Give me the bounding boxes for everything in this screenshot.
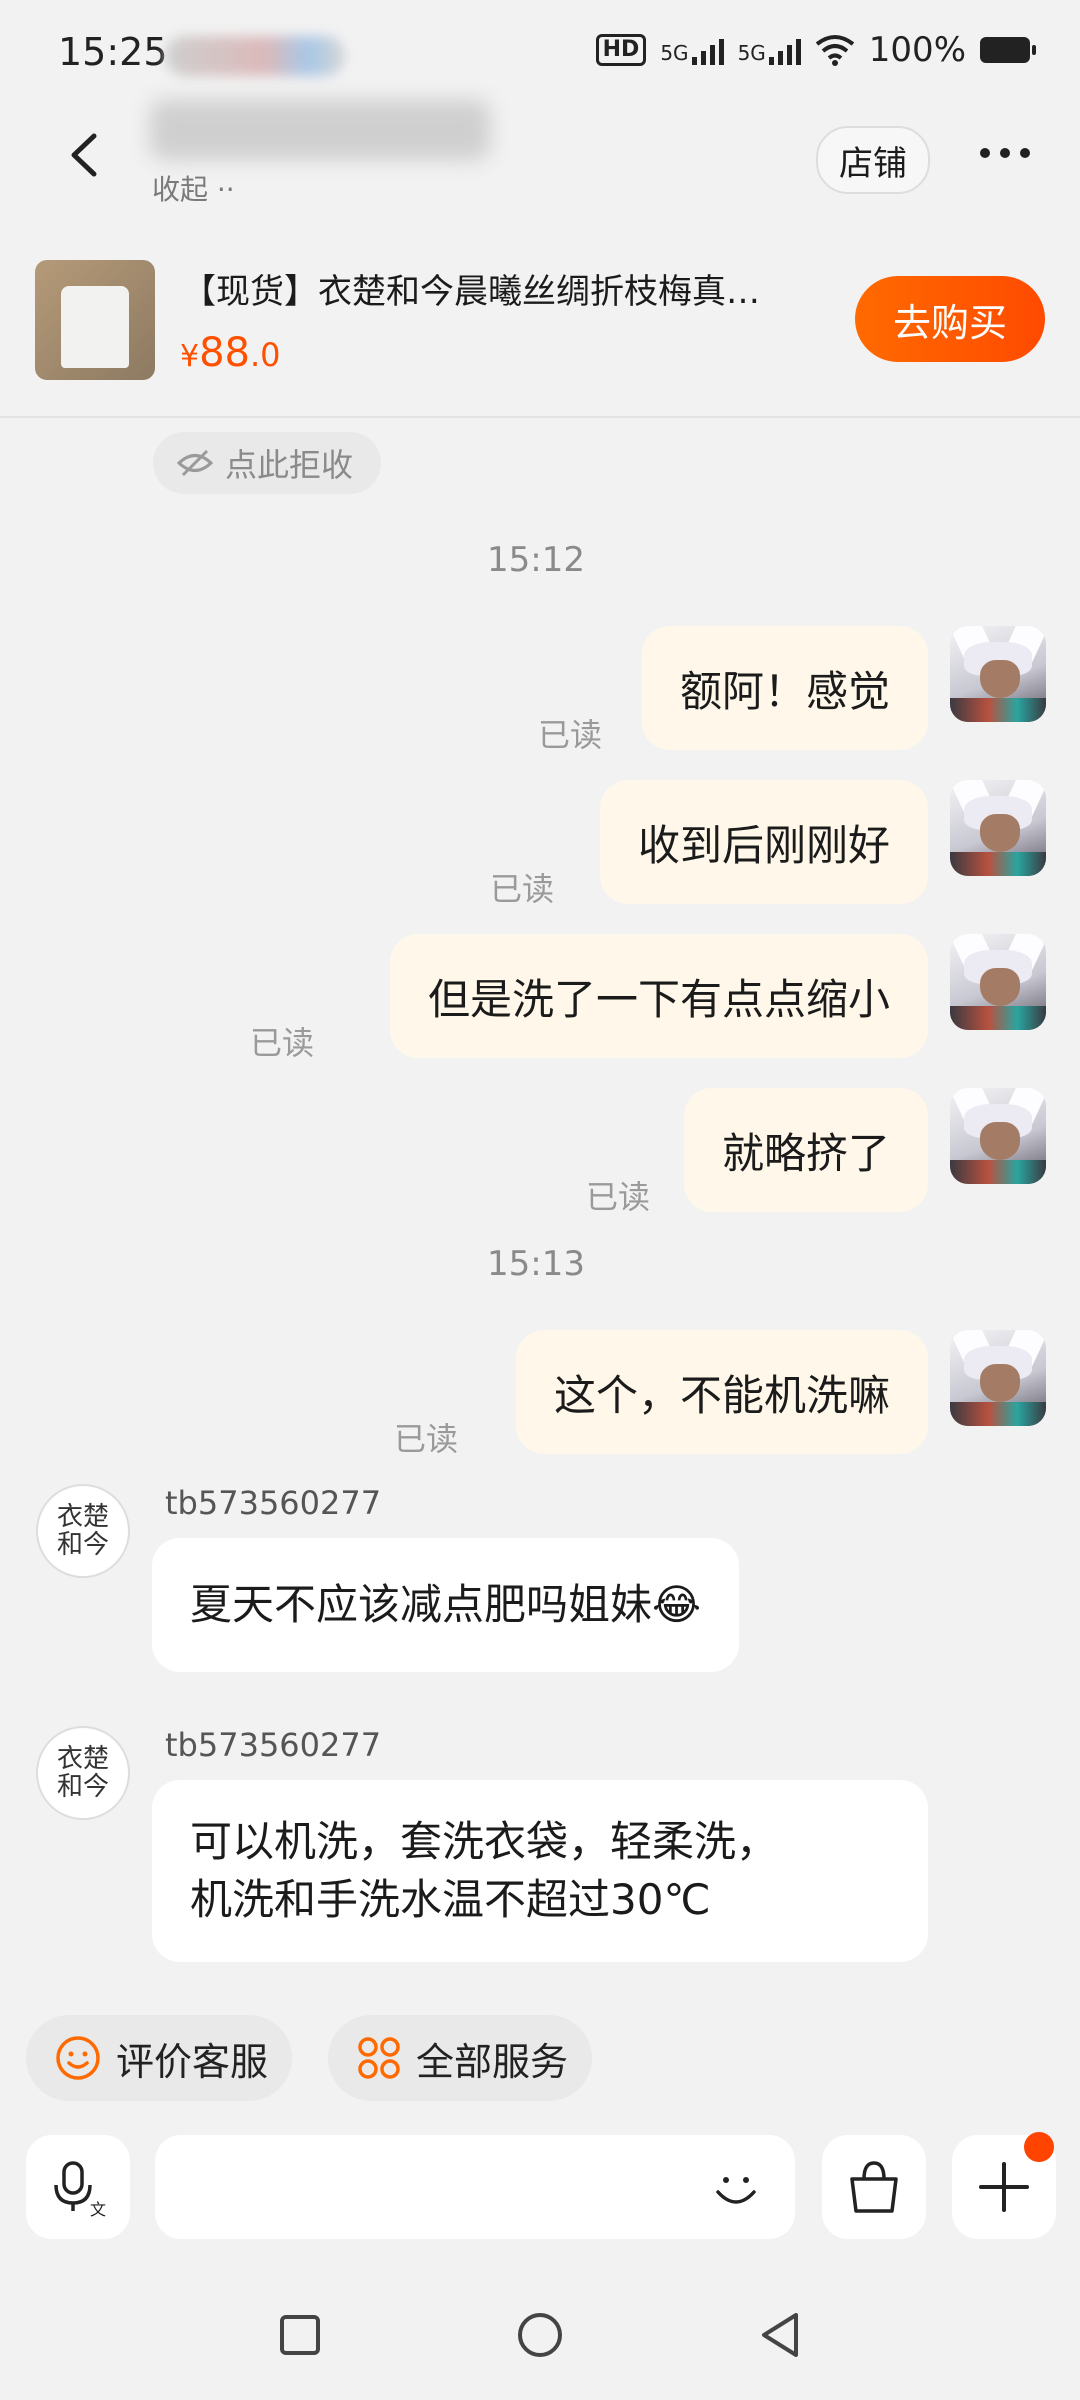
sender-name: tb573560277 [165, 1726, 382, 1764]
message-bubble-incoming[interactable]: 夏天不应该减点肥吗姐妹😂 [152, 1538, 740, 1672]
signal-1-icon: 5G [660, 35, 724, 65]
collapse-toggle[interactable]: 收起 ·· [152, 168, 235, 208]
all-services-label: 全部服务 [416, 2039, 569, 2084]
home-button[interactable] [500, 2305, 580, 2365]
price-currency: ¥ [180, 339, 200, 374]
rate-service-label: 评价客服 [116, 2039, 269, 2084]
reject-label: 点此拒收 [225, 446, 354, 484]
my-avatar[interactable] [950, 1088, 1046, 1184]
network-label: 5G [660, 41, 689, 65]
message-input[interactable] [155, 2135, 795, 2239]
buy-button[interactable]: 去购买 [855, 276, 1045, 362]
notification-dot [1024, 2132, 1054, 2162]
shopping-bag-icon [850, 2161, 898, 2213]
product-image[interactable] [35, 260, 155, 380]
status-indicators: HD 5G 5G 100% [595, 30, 1036, 70]
voice-input-button[interactable]: 文 [26, 2135, 130, 2239]
shop-avatar-logo: 衣楚 和今 [56, 1744, 109, 1802]
read-receipt: 已读 [394, 1420, 459, 1458]
blurred-notification-icons [165, 36, 345, 76]
back-button[interactable] [740, 2305, 820, 2365]
status-time: 15:25 [58, 30, 168, 74]
timestamp: 15:13 [487, 1244, 585, 1284]
product-title[interactable]: 【现货】衣楚和今晨曦丝绸折枝梅真… [182, 264, 822, 313]
shop-avatar[interactable]: 衣楚 和今 [36, 1726, 130, 1820]
shop-button[interactable]: 店铺 [816, 126, 930, 194]
grid-services-icon [358, 2037, 400, 2079]
eye-off-icon [177, 449, 213, 477]
rate-service-chip[interactable]: 评价客服 [26, 2015, 293, 2101]
recents-button[interactable] [260, 2305, 340, 2365]
wifi-icon [815, 35, 855, 66]
read-receipt: 已读 [538, 716, 603, 754]
circle-icon [518, 2313, 562, 2357]
message-bubble-outgoing[interactable]: 这个，不能机洗嘛 [515, 1330, 928, 1454]
plus-icon [979, 2162, 1029, 2212]
timestamp: 15:12 [487, 540, 585, 580]
my-avatar[interactable] [950, 1330, 1046, 1426]
square-icon [280, 2315, 320, 2355]
my-avatar[interactable] [950, 934, 1046, 1030]
price-decimal: .0 [250, 336, 281, 374]
order-bag-button[interactable] [822, 2135, 926, 2239]
message-bubble-outgoing[interactable]: 收到后刚刚好 [599, 780, 928, 904]
triangle-back-icon [762, 2313, 798, 2357]
battery-icon [980, 37, 1036, 63]
sender-name: tb573560277 [165, 1484, 382, 1522]
message-bubble-outgoing[interactable]: 但是洗了一下有点点缩小 [389, 934, 928, 1058]
emoji-icon[interactable] [708, 2160, 764, 2216]
my-avatar[interactable] [950, 780, 1046, 876]
microphone-icon: 文 [54, 2161, 106, 2217]
message-bubble-outgoing[interactable]: 额阿！感觉 [641, 626, 928, 750]
battery-percent: 100% [868, 30, 966, 70]
message-bubble-outgoing[interactable]: 就略挤了 [683, 1088, 928, 1212]
svg-text:文: 文 [90, 2200, 106, 2217]
chat-title-blurred [150, 100, 490, 160]
smile-circle-icon [56, 2036, 100, 2080]
reject-delivery-button[interactable]: 点此拒收 [153, 432, 382, 494]
read-receipt: 已读 [586, 1178, 651, 1216]
my-avatar[interactable] [950, 626, 1046, 722]
network-label: 5G [737, 41, 766, 65]
read-receipt: 已读 [250, 1024, 315, 1062]
more-icon[interactable] [980, 148, 1030, 158]
message-bubble-incoming[interactable]: 可以机洗，套洗衣袋，轻柔洗， 机洗和手洗水温不超过30℃ [152, 1780, 928, 1962]
shop-avatar[interactable]: 衣楚 和今 [36, 1484, 130, 1578]
product-price: ¥88.0 [180, 330, 281, 376]
price-integer: 88 [199, 330, 250, 376]
shop-avatar-logo: 衣楚 和今 [56, 1502, 109, 1560]
hd-icon: HD [595, 34, 647, 66]
all-services-chip[interactable]: 全部服务 [328, 2015, 593, 2101]
signal-2-icon: 5G [738, 35, 801, 65]
read-receipt: 已读 [490, 870, 555, 908]
back-arrow-icon[interactable] [60, 130, 110, 180]
